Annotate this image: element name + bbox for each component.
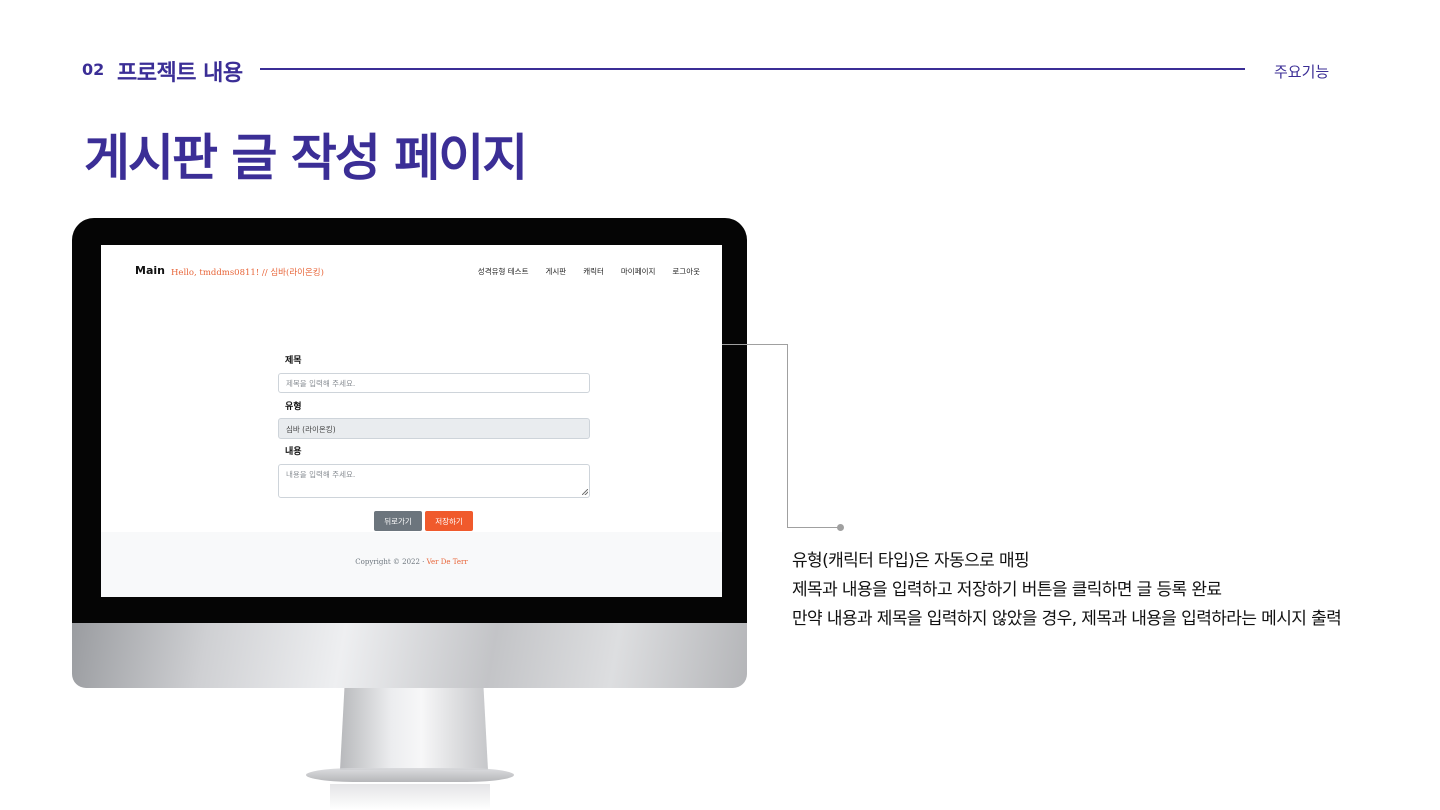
nav-board[interactable]: 게시판 (545, 266, 566, 277)
section-title: 프로젝트 내용 (117, 61, 243, 86)
nav-personality-test[interactable]: 성격유형 테스트 (478, 266, 529, 277)
content-textarea[interactable] (278, 464, 590, 498)
navbar-brand[interactable]: Main (135, 264, 165, 277)
callout-line-end (787, 527, 839, 528)
stand-reflection (330, 784, 490, 810)
navbar-links: 성격유형 테스트 게시판 캐릭터 마이페이지 로그아웃 (478, 266, 700, 277)
footer-link[interactable]: Ver De Terr (427, 558, 468, 566)
monitor-chin (72, 623, 747, 688)
header-divider (260, 68, 1245, 70)
resize-grip-icon[interactable] (582, 489, 588, 495)
app-screen: Main Hello, tmddms0811! // 심바(라이온킹) 성격유형… (101, 245, 722, 597)
nav-characters[interactable]: 캐릭터 (583, 266, 604, 277)
footer: Copyright © 2022 · Ver De Terr (101, 532, 722, 597)
title-input[interactable] (278, 373, 590, 393)
callout-line (722, 344, 788, 345)
type-field: 심바 (라이온킹) (278, 418, 590, 439)
nav-logout[interactable]: 로그아웃 (672, 266, 700, 277)
callout-line-vertical (787, 344, 788, 528)
title-label: 제목 (285, 356, 302, 366)
copyright-text: Copyright © 2022 · (355, 558, 427, 566)
monitor-stand (340, 688, 488, 770)
description-line-2: 제목과 내용을 입력하고 저장하기 버튼을 클릭하면 글 등록 완료 (792, 580, 1222, 600)
back-button[interactable]: 뒤로가기 (374, 511, 422, 531)
content-label: 내용 (285, 447, 302, 457)
description-line-3: 만약 내용과 제목을 입력하지 않았을 경우, 제목과 내용을 입력하라는 메시… (792, 609, 1342, 629)
callout-dot (837, 524, 844, 531)
footer-copyright: Copyright © 2022 · Ver De Terr (101, 558, 722, 566)
description-line-1: 유형(캐릭터 타입)은 자동으로 매핑 (792, 551, 1030, 571)
nav-mypage[interactable]: 마이페이지 (621, 266, 656, 277)
type-label: 유형 (285, 402, 302, 412)
slide-number: 02 (82, 60, 105, 79)
user-greeting: Hello, tmddms0811! // 심바(라이온킹) (171, 268, 324, 278)
save-button[interactable]: 저장하기 (425, 511, 473, 531)
page-heading: 게시판 글 작성 페이지 (84, 129, 528, 187)
section-tag: 주요기능 (1274, 63, 1330, 81)
monitor-stand-base (306, 768, 514, 782)
